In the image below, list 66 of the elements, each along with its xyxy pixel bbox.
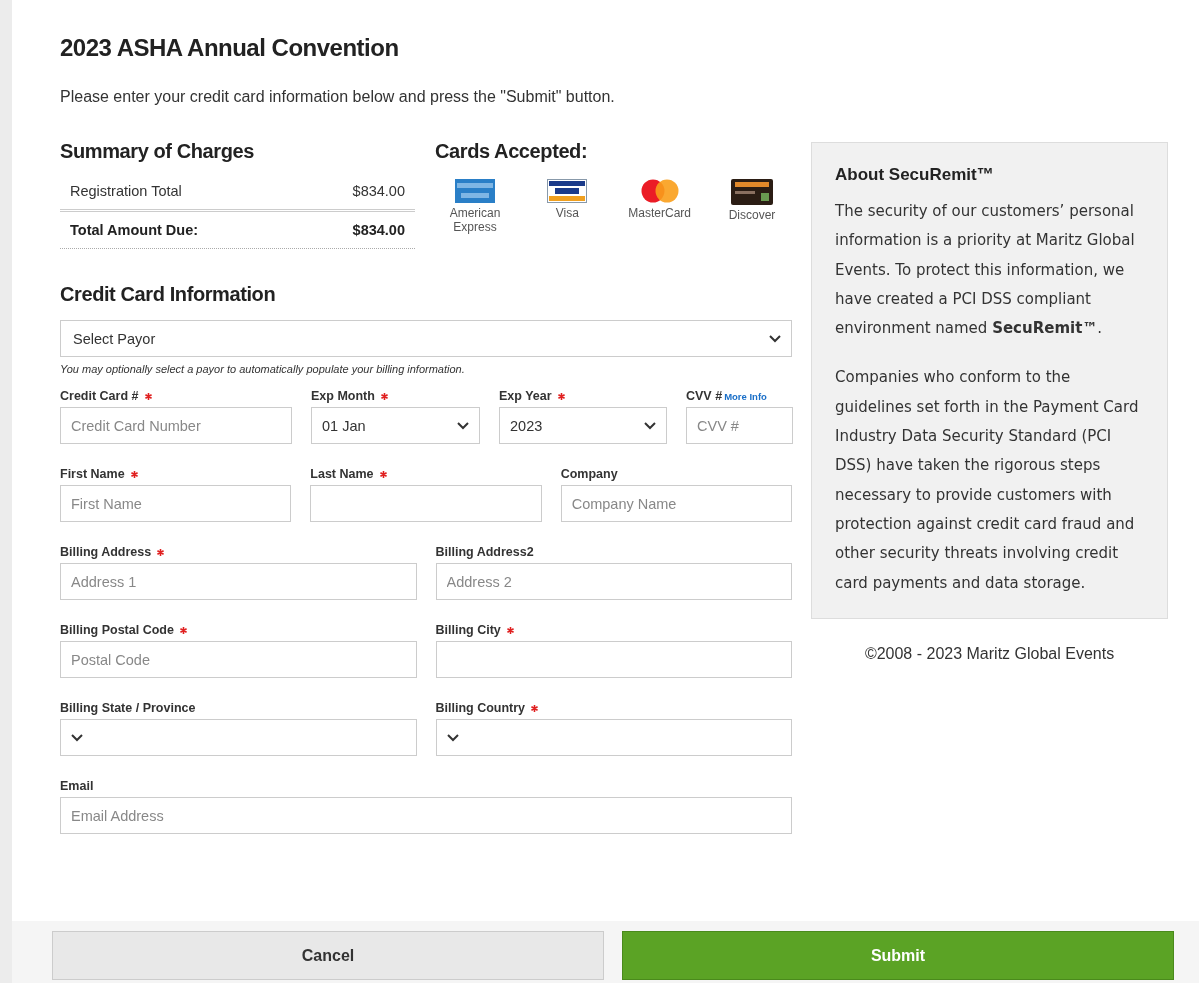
input-field[interactable]: Address 2 xyxy=(435,563,792,600)
chevron-down-icon xyxy=(644,421,656,430)
input-field[interactable]: Postal Code xyxy=(60,641,417,678)
required-asterisk-icon xyxy=(179,626,187,634)
copyright-text: ©2008 - 2023 Maritz Global Events xyxy=(863,644,1116,663)
chevron-down-icon xyxy=(71,733,83,742)
required-asterisk-icon xyxy=(144,392,152,400)
chevron-down-icon xyxy=(457,421,469,430)
field-label: Credit Card # xyxy=(60,389,139,403)
chevron-down-icon xyxy=(769,334,781,343)
field-label: Exp Year xyxy=(499,389,552,403)
panel-paragraph: The security of our customers’ personal information is a priority at Maritz Global Events. To protect this information, we have created a PCI DSS compliant environment named SecuRemit™. xyxy=(835,201,1136,340)
card-logo-icon xyxy=(731,179,773,205)
field-label: Billing Address xyxy=(60,545,152,559)
charge-label: Registration Total xyxy=(70,183,182,199)
input-field[interactable]: CVV # xyxy=(686,407,793,444)
panel-heading: About SecuRemit™ xyxy=(835,165,995,185)
field-label: CVV # xyxy=(686,389,723,403)
input-field[interactable]: Address 1 xyxy=(60,563,417,600)
input-field[interactable]: First Name xyxy=(60,485,292,522)
panel-paragraph: Companies who conform to the guidelines set forth in the Payment Card Industry Data Security Standard (PCI DSS) have taken the rigorous steps necessary to provide customers with protection against credit card fraud and other security threats involving credit card payments and data storage. xyxy=(835,367,1140,594)
select-field[interactable]: 01 Jan xyxy=(311,407,480,444)
card-name: Discover xyxy=(727,208,777,222)
field-label: Company xyxy=(560,467,618,481)
payor-hint: You may optionally select a payor to automatically populate your billing information. xyxy=(60,363,466,375)
summary-heading: Summary of Charges xyxy=(60,140,255,163)
required-asterisk-icon xyxy=(531,704,539,712)
card-logo-icon xyxy=(547,179,588,203)
input-field[interactable] xyxy=(310,485,542,522)
select-field[interactable] xyxy=(60,719,417,756)
field-label: Billing State / Province xyxy=(60,701,196,715)
card-logo-icon xyxy=(455,179,495,203)
required-asterisk-icon xyxy=(157,548,165,556)
section-heading: Credit Card Information xyxy=(60,283,277,306)
card-name: American Express xyxy=(448,206,502,234)
required-asterisk-icon xyxy=(380,392,388,400)
required-asterisk-icon xyxy=(557,392,565,400)
cancel-button[interactable]: Cancel xyxy=(52,931,604,980)
field-label: Email xyxy=(60,779,94,793)
field-label: Billing Country xyxy=(435,701,526,715)
required-asterisk-icon xyxy=(130,470,138,478)
input-field[interactable]: Credit Card Number xyxy=(60,407,292,444)
field-label: Billing City xyxy=(435,623,501,637)
chevron-down-icon xyxy=(446,733,459,742)
required-asterisk-icon xyxy=(379,470,387,478)
charge-label: Total Amount Due: xyxy=(70,222,199,238)
card-name: Visa xyxy=(554,206,580,220)
charge-amount: $834.00 xyxy=(352,222,405,238)
select-field[interactable] xyxy=(435,719,792,756)
field-label: Billing Postal Code xyxy=(60,623,174,637)
field-label: First Name xyxy=(60,467,125,481)
cards-heading: Cards Accepted: xyxy=(435,140,589,163)
input-field[interactable] xyxy=(435,641,792,678)
select-field[interactable]: 2023 xyxy=(499,407,667,444)
card-name: MasterCard xyxy=(627,206,692,220)
input-field[interactable]: Company Name xyxy=(560,485,792,522)
page-title: 2023 ASHA Annual Convention xyxy=(60,34,400,62)
input-field[interactable]: Email Address xyxy=(60,797,792,834)
field-label: Last Name xyxy=(310,467,374,481)
intro-text: Please enter your credit card information below and press the "Submit" button. xyxy=(60,88,616,106)
field-label: Billing Address2 xyxy=(435,545,534,559)
more-info-link[interactable]: More Info xyxy=(724,390,767,402)
required-asterisk-icon xyxy=(506,626,514,634)
field-label: Exp Month xyxy=(311,389,375,403)
payor-select[interactable]: Select Payor xyxy=(60,320,792,357)
charge-amount: $834.00 xyxy=(352,183,405,199)
